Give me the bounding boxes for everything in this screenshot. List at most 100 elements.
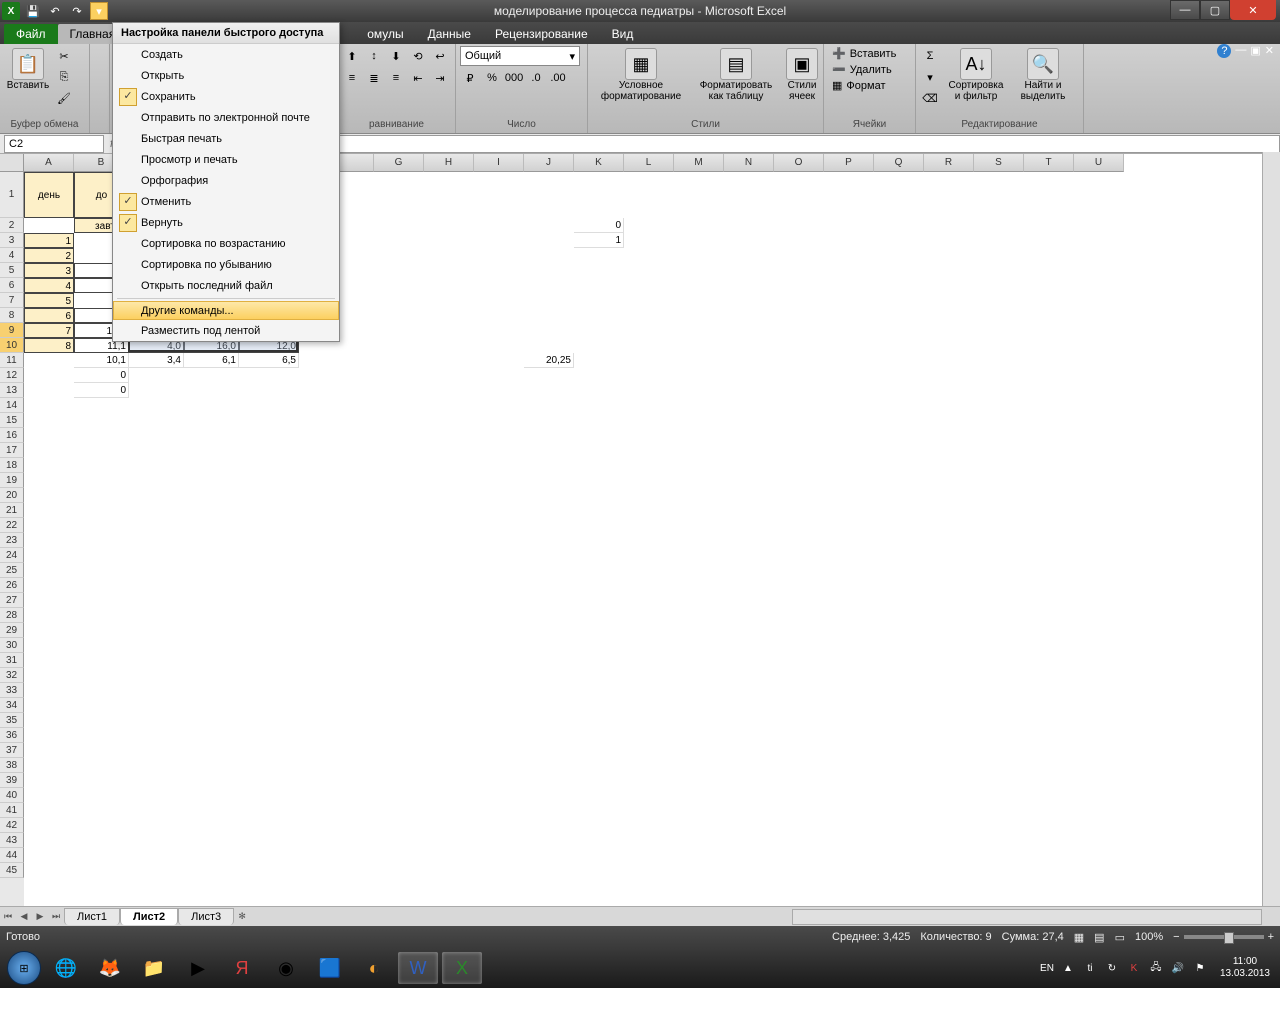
col-header-O[interactable]: O (774, 154, 824, 172)
percent-icon[interactable]: % (482, 68, 502, 88)
row-header-5[interactable]: 5 (0, 263, 24, 278)
align-center-icon[interactable]: ≣ (364, 68, 384, 88)
row-header-36[interactable]: 36 (0, 728, 24, 743)
currency-icon[interactable]: ₽ (460, 68, 480, 88)
clock[interactable]: 11:00 13.03.2013 (1214, 956, 1276, 980)
row-header-18[interactable]: 18 (0, 458, 24, 473)
view-normal-icon[interactable]: ▦ (1074, 931, 1084, 944)
row-header-45[interactable]: 45 (0, 863, 24, 878)
cell-B12[interactable]: 0 (74, 368, 129, 383)
comma-icon[interactable]: 000 (504, 68, 524, 88)
col-header-L[interactable]: L (624, 154, 674, 172)
clear-icon[interactable]: ⌫ (920, 88, 940, 108)
row-header-37[interactable]: 37 (0, 743, 24, 758)
align-mid-icon[interactable]: ↕ (364, 46, 384, 66)
align-top-icon[interactable]: ⬆ (342, 46, 362, 66)
row-header-38[interactable]: 38 (0, 758, 24, 773)
flag-icon[interactable]: ⚑ (1192, 960, 1208, 976)
format-cells-button[interactable]: ▦Формат (828, 78, 900, 93)
excel-icon[interactable]: X (2, 2, 20, 20)
indent-dec-icon[interactable]: ⇤ (408, 68, 428, 88)
format-painter-icon[interactable]: 🖌 (54, 88, 74, 108)
cell-A10[interactable]: 8 (24, 338, 74, 353)
minimize-ribbon-icon[interactable]: — (1235, 44, 1246, 58)
format-as-table-button[interactable]: ▤Форматировать как таблицу (692, 46, 780, 104)
view-layout-icon[interactable]: ▤ (1094, 931, 1104, 944)
cell-styles-button[interactable]: ▣Стили ячеек (782, 46, 822, 104)
cell-A8[interactable]: 6 (24, 308, 74, 323)
view-tab[interactable]: Вид (600, 24, 646, 44)
sheet-tab-1[interactable]: Лист1 (64, 908, 120, 925)
copy-icon[interactable]: ⎘ (54, 67, 74, 87)
zoom-level[interactable]: 100% (1135, 931, 1163, 943)
antivirus-icon[interactable]: K (1126, 960, 1142, 976)
qat-menu-item-2[interactable]: Сохранить (113, 86, 339, 107)
close-workbook-icon[interactable]: ✕ (1265, 44, 1274, 58)
help-icon[interactable]: ? (1217, 44, 1231, 58)
align-right-icon[interactable]: ≡ (386, 68, 406, 88)
row-header-3[interactable]: 3 (0, 233, 24, 248)
social-icon[interactable]: ◐ (354, 952, 394, 984)
qat-more-commands[interactable]: Другие команды... (113, 301, 339, 320)
wrap-icon[interactable]: ↩ (430, 46, 450, 66)
row-header-22[interactable]: 22 (0, 518, 24, 533)
dec-decimal-icon[interactable]: .00 (548, 68, 568, 88)
cell-A1[interactable]: день (24, 172, 74, 218)
row-header-43[interactable]: 43 (0, 833, 24, 848)
sheet-nav-prev-icon[interactable]: ◀ (16, 909, 32, 925)
qat-menu-item-11[interactable]: Открыть последний файл (113, 275, 339, 296)
row-header-11[interactable]: 11 (0, 353, 24, 368)
row-header-35[interactable]: 35 (0, 713, 24, 728)
close-button[interactable]: ✕ (1230, 0, 1276, 20)
row-header-42[interactable]: 42 (0, 818, 24, 833)
qat-menu-item-6[interactable]: Орфография (113, 170, 339, 191)
col-header-R[interactable]: R (924, 154, 974, 172)
maximize-button[interactable]: ▢ (1200, 0, 1230, 20)
sync-icon[interactable]: ↻ (1104, 960, 1120, 976)
save-icon[interactable]: 💾 (24, 2, 42, 20)
sheet-nav-next-icon[interactable]: ▶ (32, 909, 48, 925)
conditional-formatting-button[interactable]: ▦Условное форматирование (592, 46, 690, 104)
firefox-icon[interactable]: 🦊 (90, 952, 130, 984)
row-header-16[interactable]: 16 (0, 428, 24, 443)
col-header-U[interactable]: U (1074, 154, 1124, 172)
start-button[interactable]: ⊞ (4, 948, 44, 988)
orientation-icon[interactable]: ⟲ (408, 46, 428, 66)
row-header-26[interactable]: 26 (0, 578, 24, 593)
zoom-slider[interactable] (1184, 935, 1264, 939)
data-tab[interactable]: Данные (416, 24, 483, 44)
cell-B11[interactable]: 10,1 (74, 353, 129, 368)
col-header-Q[interactable]: Q (874, 154, 924, 172)
col-header-J[interactable]: J (524, 154, 574, 172)
row-header-32[interactable]: 32 (0, 668, 24, 683)
row-header-20[interactable]: 20 (0, 488, 24, 503)
col-header-K[interactable]: K (574, 154, 624, 172)
qat-menu-item-5[interactable]: Просмотр и печать (113, 149, 339, 170)
select-all-corner[interactable] (0, 154, 24, 172)
row-header-13[interactable]: 13 (0, 383, 24, 398)
col-header-H[interactable]: H (424, 154, 474, 172)
qat-menu-item-7[interactable]: Отменить (113, 191, 339, 212)
sheet-nav-last-icon[interactable]: ⏭ (48, 909, 64, 925)
row-header-27[interactable]: 27 (0, 593, 24, 608)
cell-A4[interactable]: 2 (24, 248, 74, 263)
qat-menu-item-3[interactable]: Отправить по электронной почте (113, 107, 339, 128)
fill-icon[interactable]: ▾ (920, 67, 940, 87)
cell-A9[interactable]: 7 (24, 323, 74, 338)
name-box[interactable]: C2 (4, 135, 104, 153)
cell-A7[interactable]: 5 (24, 293, 74, 308)
col-header-T[interactable]: T (1024, 154, 1074, 172)
cell-D11[interactable]: 6,1 (184, 353, 239, 368)
align-bot-icon[interactable]: ⬇ (386, 46, 406, 66)
cell-A6[interactable]: 4 (24, 278, 74, 293)
row-header-8[interactable]: 8 (0, 308, 24, 323)
row-header-39[interactable]: 39 (0, 773, 24, 788)
horizontal-scrollbar[interactable] (792, 909, 1262, 925)
cell-K3[interactable]: 1 (574, 233, 624, 248)
indent-inc-icon[interactable]: ⇥ (430, 68, 450, 88)
qat-menu-item-8[interactable]: Вернуть (113, 212, 339, 233)
file-tab[interactable]: Файл (4, 24, 58, 44)
cell-E11[interactable]: 6,5 (239, 353, 299, 368)
cell-J11[interactable]: 20,25 (524, 353, 574, 368)
row-header-29[interactable]: 29 (0, 623, 24, 638)
